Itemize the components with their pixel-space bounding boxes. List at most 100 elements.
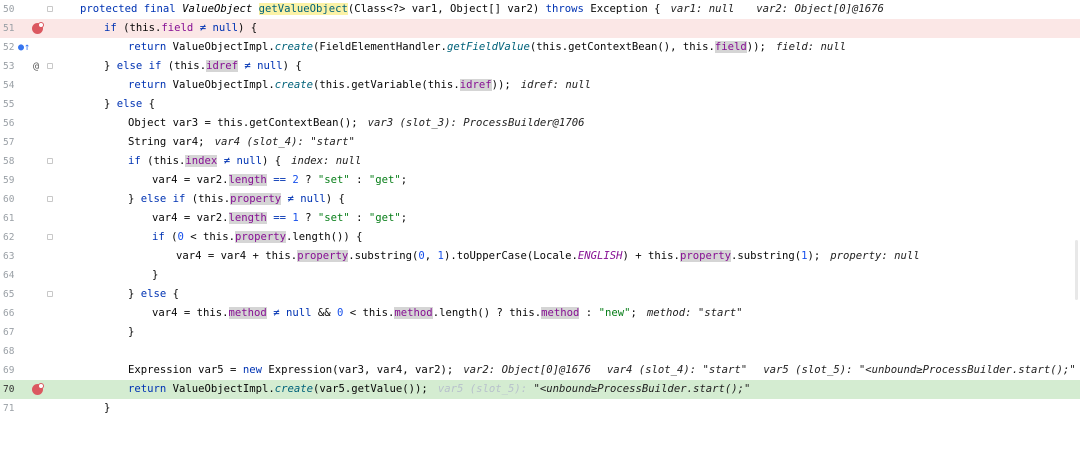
code-text[interactable]: String var4; var4 (slot_4): "start" bbox=[128, 133, 355, 152]
line-number: 68 bbox=[3, 346, 15, 357]
gutter[interactable]: 55 bbox=[0, 95, 58, 114]
code-text[interactable]: var4 = this.method ≠ null && 0 < this.me… bbox=[152, 304, 743, 323]
line-number: 61 bbox=[3, 213, 15, 224]
gutter[interactable]: 62 bbox=[0, 228, 58, 247]
code-line-55[interactable]: 55 } else { bbox=[0, 95, 1080, 114]
code-line-65[interactable]: 65 } else { bbox=[0, 285, 1080, 304]
debug-value: var5 (slot_5): bbox=[437, 383, 528, 395]
code-line-51[interactable]: 51 if (this.field ≠ null) { bbox=[0, 19, 1080, 38]
gutter[interactable]: 61 bbox=[0, 209, 58, 228]
code-text[interactable]: return ValueObjectImpl.create(this.getVa… bbox=[128, 76, 591, 95]
gutter[interactable]: 52 bbox=[0, 38, 58, 57]
line-number: 60 bbox=[3, 194, 15, 205]
code-line-52[interactable]: 52 return ValueObjectImpl.create(FieldEl… bbox=[0, 38, 1080, 57]
fold-icon[interactable] bbox=[47, 63, 53, 69]
fold-icon[interactable] bbox=[47, 291, 53, 297]
breakpoint-icon[interactable] bbox=[32, 22, 44, 34]
gutter[interactable]: 65 bbox=[0, 285, 58, 304]
code-line-64[interactable]: 64 } bbox=[0, 266, 1080, 285]
gutter[interactable]: 69 bbox=[0, 361, 58, 380]
code-line-60[interactable]: 60 } else if (this.property ≠ null) { bbox=[0, 190, 1080, 209]
line-number: 57 bbox=[3, 137, 15, 148]
line-number: 70 bbox=[3, 384, 15, 395]
gutter[interactable]: 59 bbox=[0, 171, 58, 190]
code-line-56[interactable]: 56 Object var3 = this.getContextBean(); v… bbox=[0, 114, 1080, 133]
line-number: 67 bbox=[3, 327, 15, 338]
gutter[interactable]: 51 bbox=[0, 19, 58, 38]
code-line-71[interactable]: 71 } bbox=[0, 399, 1080, 418]
debug-value: var2: Object[0]@1676 bbox=[756, 3, 884, 15]
code-text[interactable]: } bbox=[104, 399, 110, 418]
gutter[interactable]: 56 bbox=[0, 114, 58, 133]
code-text[interactable]: if (this.index ≠ null) {index: null bbox=[128, 152, 361, 171]
line-number: 58 bbox=[3, 156, 15, 167]
code-text[interactable]: Expression var5 = new Expression(var3, v… bbox=[128, 361, 1076, 380]
code-line-61[interactable]: 61 var4 = var2.length == 1 ? "set" : "ge… bbox=[0, 209, 1080, 228]
code-line-57[interactable]: 57 String var4; var4 (slot_4): "start" bbox=[0, 133, 1080, 152]
code-line-50[interactable]: 50 ●↑ @ protected final ValueObject getV… bbox=[0, 0, 1080, 72]
gutter[interactable]: 66 bbox=[0, 304, 58, 323]
code-text[interactable]: } else { bbox=[104, 95, 155, 114]
code-text[interactable]: var4 = var2.length == 2 ? "set" : "get"; bbox=[152, 171, 407, 190]
gutter[interactable]: 58 bbox=[0, 152, 58, 171]
fold-icon[interactable] bbox=[47, 234, 53, 240]
gutter[interactable]: 63 bbox=[0, 247, 58, 266]
debug-value: var4 (slot_4): "start" bbox=[606, 364, 748, 376]
gutter[interactable]: 64 bbox=[0, 266, 58, 285]
debug-value: var4 (slot_4): "start" bbox=[214, 136, 355, 148]
line-number: 53 bbox=[3, 61, 15, 72]
line-number: 71 bbox=[3, 403, 15, 414]
code-text[interactable]: } else if (this.property ≠ null) { bbox=[128, 190, 345, 209]
line-number: 52 bbox=[3, 42, 15, 53]
code-text[interactable]: } else { bbox=[128, 285, 179, 304]
code-line-54[interactable]: 54 return ValueObjectImpl.create(this.ge… bbox=[0, 76, 1080, 95]
code-line-70-current[interactable]: 70 return ValueObjectImpl.create(var5.ge… bbox=[0, 380, 1080, 399]
code-text[interactable]: Object var3 = this.getContextBean(); var3… bbox=[128, 114, 584, 133]
code-text[interactable]: } else if (this.idref ≠ null) { bbox=[104, 57, 302, 76]
breakpoint-icon[interactable] bbox=[32, 383, 44, 395]
line-number: 69 bbox=[3, 365, 15, 376]
code-text[interactable]: var4 = var2.length == 1 ? "set" : "get"; bbox=[152, 209, 407, 228]
line-number: 66 bbox=[3, 308, 15, 319]
code-editor[interactable]: 50 ●↑ @ protected final ValueObject getV… bbox=[0, 0, 1080, 418]
gutter[interactable]: 68 bbox=[0, 342, 58, 361]
gutter[interactable]: 71 bbox=[0, 399, 58, 418]
code-line-58[interactable]: 58 if (this.index ≠ null) {index: null bbox=[0, 152, 1080, 171]
debug-value: var1: null bbox=[670, 3, 735, 15]
line-number: 55 bbox=[3, 99, 15, 110]
debug-value: "<unbound≥ProcessBuilder.start();" bbox=[533, 383, 751, 395]
gutter[interactable]: 57 bbox=[0, 133, 58, 152]
debug-value: index: null bbox=[291, 155, 362, 167]
code-text[interactable]: } bbox=[152, 266, 158, 285]
code-line-69[interactable]: 69 Expression var5 = new Expression(var3… bbox=[0, 361, 1080, 380]
code-line-62[interactable]: 62 if (0 < this.property.length()) { bbox=[0, 228, 1080, 247]
debug-value: var5 (slot_5): "<unbound≥ProcessBuilder.… bbox=[763, 364, 1076, 376]
gutter[interactable]: 60 bbox=[0, 190, 58, 209]
gutter[interactable]: 67 bbox=[0, 323, 58, 342]
line-number: 62 bbox=[3, 232, 15, 243]
code-line-68[interactable]: 68 bbox=[0, 342, 1080, 361]
code-line-67[interactable]: 67 } bbox=[0, 323, 1080, 342]
code-line-66[interactable]: 66 var4 = this.method ≠ null && 0 < this… bbox=[0, 304, 1080, 323]
code-text[interactable]: protected final ValueObject getValueObje… bbox=[80, 0, 884, 19]
line-number: 51 bbox=[3, 23, 15, 34]
fold-icon[interactable] bbox=[47, 158, 53, 164]
code-text[interactable]: if (this.field ≠ null) { bbox=[104, 19, 257, 38]
code-text[interactable]: var4 = var4 + this.property.substring(0,… bbox=[176, 247, 920, 266]
code-text[interactable]: return ValueObjectImpl.create(FieldEleme… bbox=[128, 38, 846, 57]
code-text[interactable]: if (0 < this.property.length()) { bbox=[152, 228, 363, 247]
code-text[interactable]: return ValueObjectImpl.create(var5.getVa… bbox=[128, 380, 750, 399]
code-line-63[interactable]: 63 var4 = var4 + this.property.substring… bbox=[0, 247, 1080, 266]
code-text[interactable]: } bbox=[128, 323, 134, 342]
gutter[interactable]: 54 bbox=[0, 76, 58, 95]
code-line-59[interactable]: 59 var4 = var2.length == 2 ? "set" : "ge… bbox=[0, 171, 1080, 190]
code-line-53[interactable]: 53 } else if (this.idref ≠ null) { bbox=[0, 57, 1080, 76]
line-number: 65 bbox=[3, 289, 15, 300]
gutter[interactable]: 70 bbox=[0, 380, 58, 399]
gutter[interactable]: 50 ●↑ @ bbox=[0, 0, 58, 72]
fold-icon[interactable] bbox=[47, 196, 53, 202]
vertical-scrollbar[interactable] bbox=[1075, 240, 1078, 300]
fold-icon[interactable] bbox=[47, 6, 53, 12]
gutter[interactable]: 53 bbox=[0, 57, 58, 76]
debug-value: method: "start" bbox=[646, 307, 743, 319]
